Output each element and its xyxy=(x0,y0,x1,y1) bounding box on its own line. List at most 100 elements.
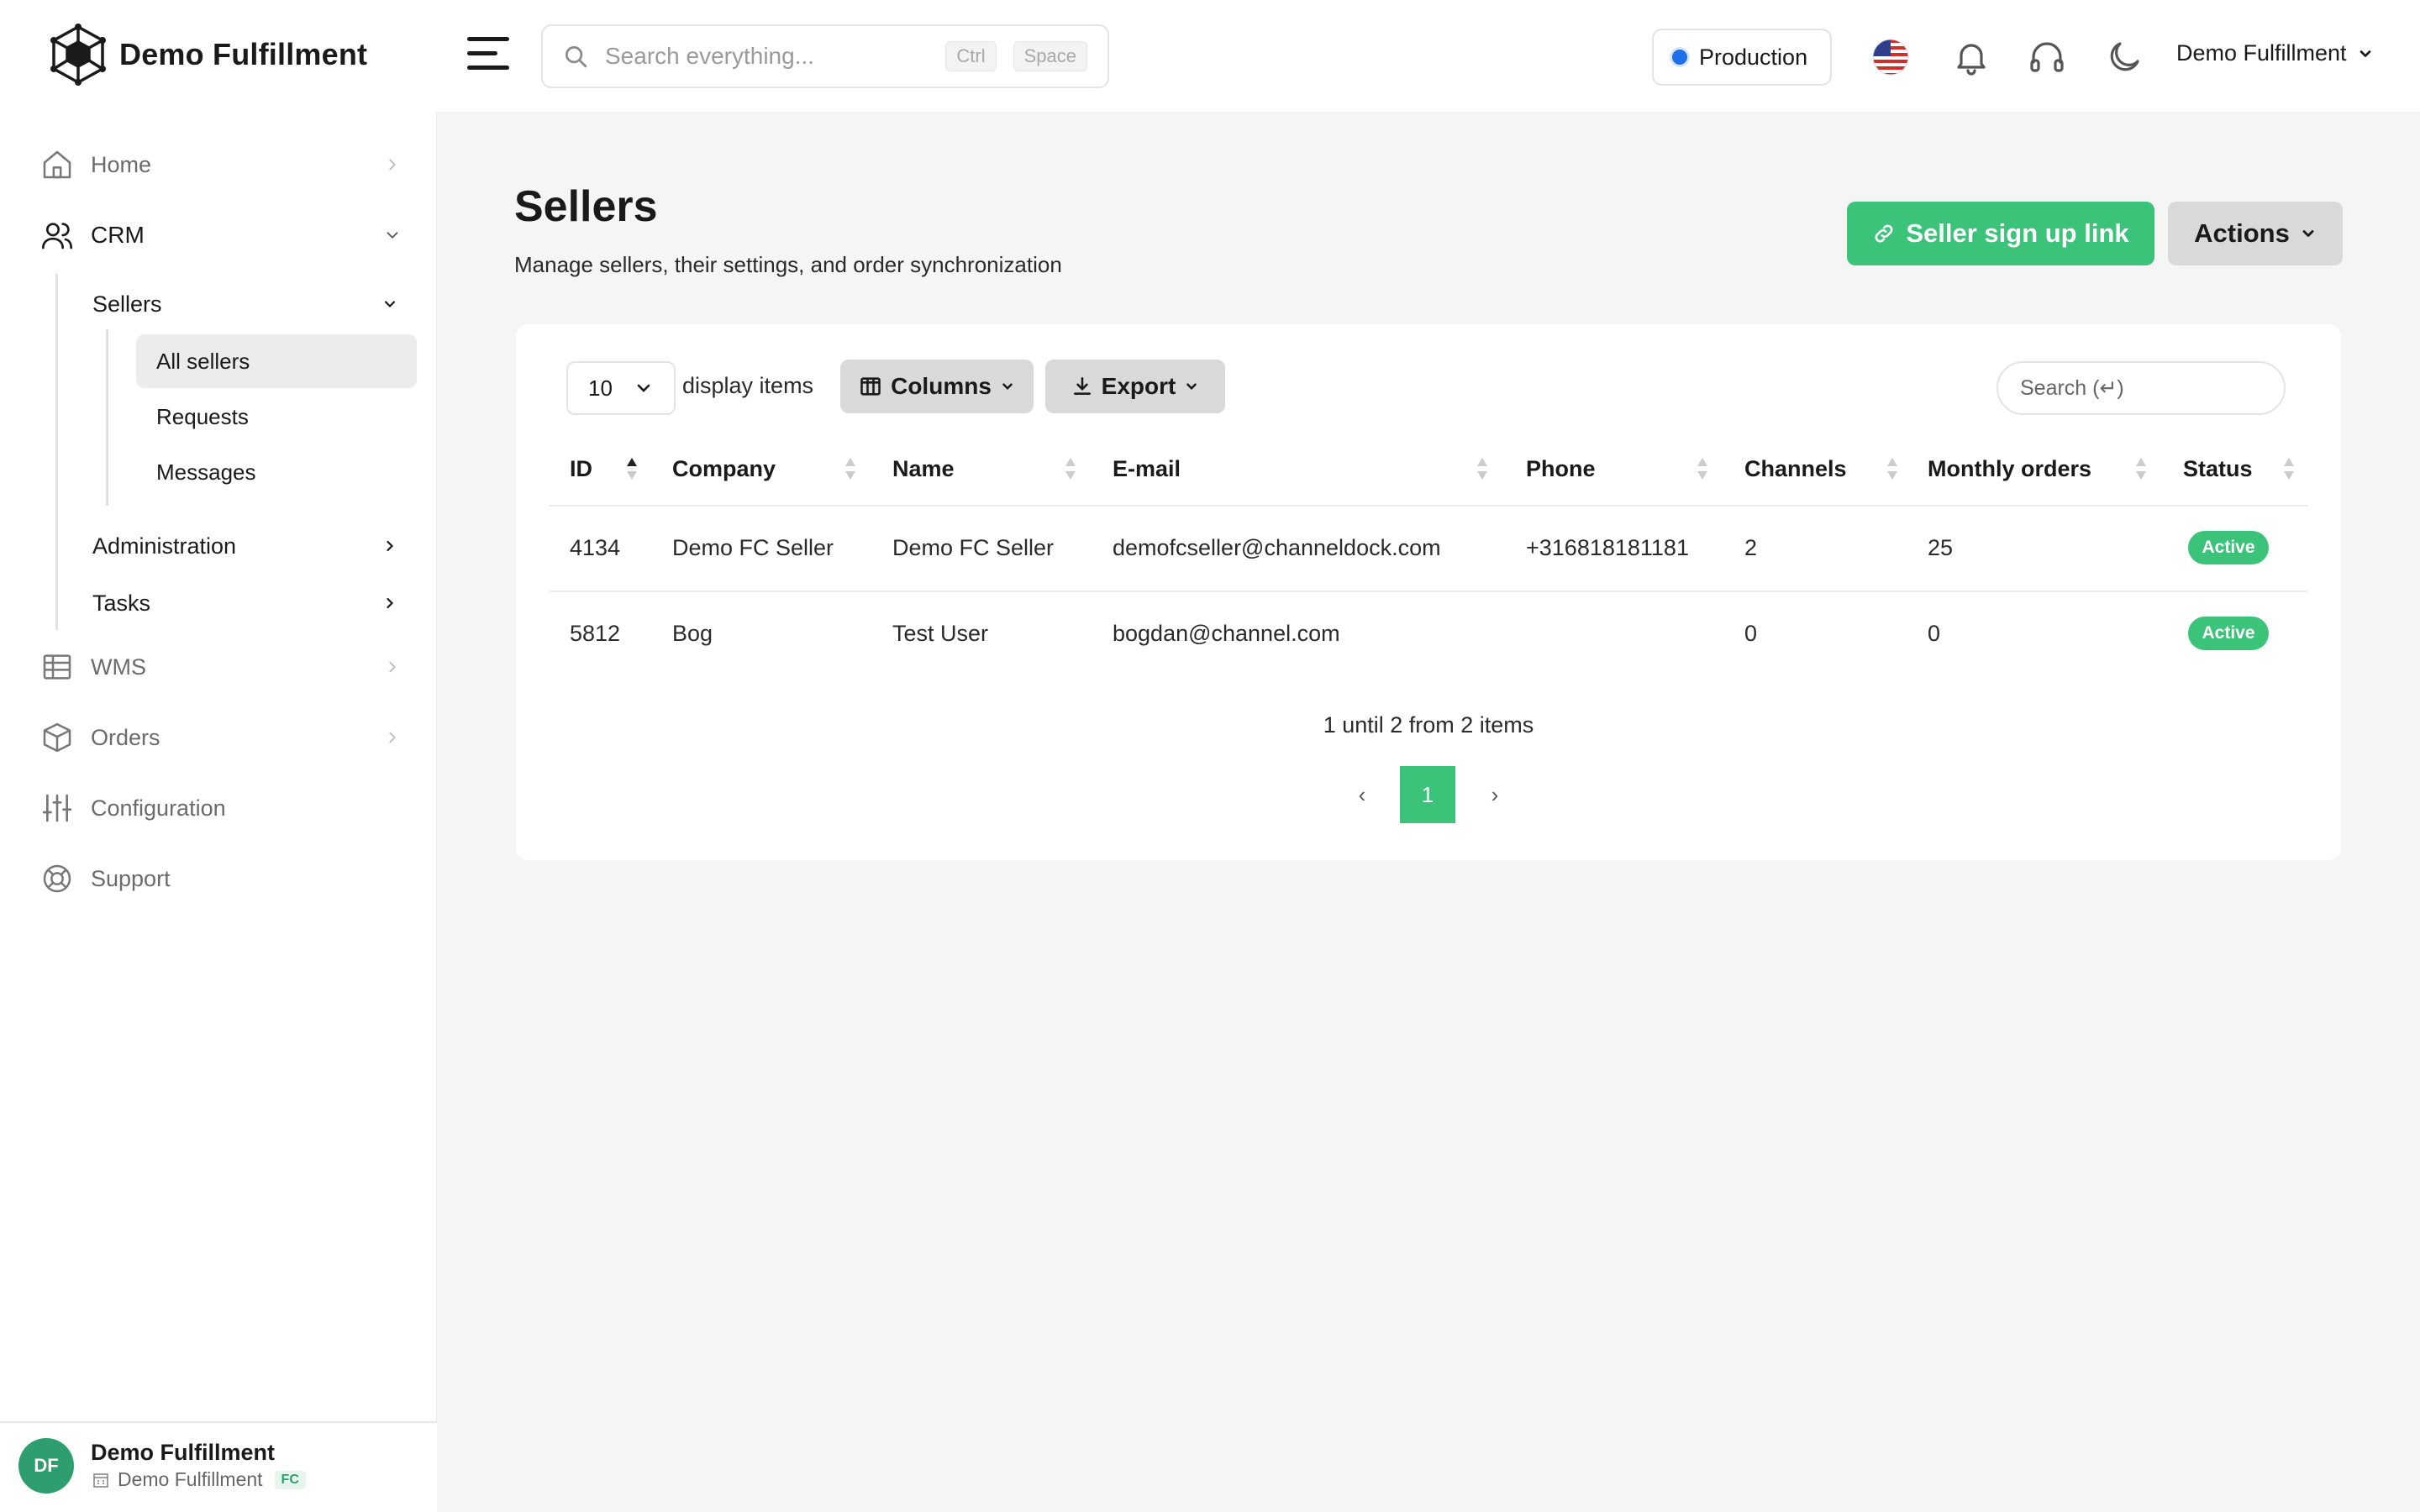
sidebar-item-label: WMS xyxy=(91,654,146,680)
pagination-next-button[interactable]: › xyxy=(1467,766,1523,823)
chevron-down-icon xyxy=(384,301,396,308)
home-icon xyxy=(43,150,71,179)
column-header-status[interactable]: Status xyxy=(2183,452,2296,486)
per-page-label: display items xyxy=(682,373,814,398)
column-header-label: Channels xyxy=(1744,455,1847,481)
chevron-right-icon xyxy=(387,540,394,552)
sort-icon xyxy=(1887,458,1897,480)
chevron-down-icon xyxy=(2302,230,2314,237)
per-page-value: 10 xyxy=(588,375,613,401)
pagination-page-button[interactable]: 1 xyxy=(1400,766,1455,823)
page-title: Sellers xyxy=(514,182,658,231)
column-header-company[interactable]: Company xyxy=(672,452,857,486)
cell-email: bogdan@channel.com xyxy=(1113,620,1340,646)
sort-icon xyxy=(2284,458,2294,480)
sidebar-item-orders[interactable]: Orders xyxy=(40,712,402,763)
sliders-icon xyxy=(42,794,72,822)
sidebar-item-messages[interactable]: Messages xyxy=(136,445,417,499)
cell-monthly-orders: 25 xyxy=(1928,534,1954,560)
column-header-id[interactable]: ID xyxy=(570,452,639,486)
table-icon xyxy=(43,654,71,680)
seller-signup-link-button[interactable]: Seller sign up link xyxy=(1847,202,2154,265)
moon-icon[interactable] xyxy=(2104,37,2144,77)
status-badge: Active xyxy=(2188,531,2269,564)
sort-icon xyxy=(845,458,855,480)
sidebar-item-tasks[interactable]: Tasks xyxy=(92,586,398,620)
pagination-info: 1 until 2 from 2 items xyxy=(1323,712,1534,738)
sidebar-item-label: Requests xyxy=(156,403,249,429)
page-subtitle: Manage sellers, their settings, and orde… xyxy=(514,252,1062,277)
sidebar-item-label: Sellers xyxy=(92,291,162,317)
headset-icon[interactable] xyxy=(2027,37,2067,77)
cell-company: Bog xyxy=(672,620,713,646)
sidebar-item-label: Administration xyxy=(92,533,237,559)
sellers-tree-line xyxy=(106,329,108,506)
link-icon xyxy=(1875,224,1893,243)
sidebar-item-support[interactable]: Support xyxy=(40,853,402,904)
chevron-down-icon xyxy=(1186,383,1197,391)
sidebar-item-crm[interactable]: CRM xyxy=(40,210,402,260)
kbd-ctrl: Ctrl xyxy=(945,41,997,71)
column-header-channels[interactable]: Channels xyxy=(1744,452,1899,486)
chevron-down-icon xyxy=(2360,50,2370,57)
cell-phone: +316818181181 xyxy=(1526,534,1689,560)
header-divider xyxy=(550,505,2307,507)
hamburger-line xyxy=(467,37,509,41)
columns-label: Columns xyxy=(891,373,992,399)
environment-button[interactable]: Production xyxy=(1652,29,1832,86)
sidebar-item-label: Tasks xyxy=(92,590,151,616)
search-icon xyxy=(566,46,587,68)
column-header-label: ID xyxy=(570,455,592,481)
export-label: Export xyxy=(1101,373,1176,399)
cell-name: Test User xyxy=(892,620,989,646)
user-menu[interactable]: Demo Fulfillment xyxy=(2176,40,2374,66)
sidebar-item-sellers[interactable]: Sellers xyxy=(92,287,398,321)
sidebar-item-administration[interactable]: Administration xyxy=(92,529,398,563)
column-header-label: Company xyxy=(672,455,776,481)
table-search-input[interactable] xyxy=(1996,361,2286,415)
columns-button[interactable]: Columns xyxy=(840,360,1034,413)
avatar[interactable]: DF xyxy=(18,1438,74,1494)
environment-dot xyxy=(1672,50,1687,65)
column-header-label: Monthly orders xyxy=(1928,455,2092,481)
lifebuoy-icon xyxy=(43,864,71,893)
sidebar-item-label: All sellers xyxy=(156,348,250,374)
sort-icon xyxy=(1477,458,1487,480)
column-header-name[interactable]: Name xyxy=(892,452,1077,486)
global-search[interactable]: Ctrl Space xyxy=(541,24,1109,88)
sidebar-item-configuration[interactable]: Configuration xyxy=(40,783,402,833)
status-badge: Active xyxy=(2188,617,2269,650)
cell-company: Demo FC Seller xyxy=(672,534,834,560)
brand[interactable]: Demo Fulfillment xyxy=(49,24,367,86)
hamburger-line xyxy=(467,51,497,55)
us-flag-icon[interactable] xyxy=(1870,37,1911,77)
sort-ascending-icon xyxy=(627,458,637,480)
sidebar-item-label: Home xyxy=(91,151,152,177)
sidebar-item-label: Messages xyxy=(156,459,256,485)
menu-toggle-button[interactable] xyxy=(467,37,511,72)
column-header-phone[interactable]: Phone xyxy=(1526,452,1709,486)
column-header-label: Phone xyxy=(1526,455,1596,481)
sidebar-item-label: Configuration xyxy=(91,795,226,821)
sidebar-item-wms[interactable]: WMS xyxy=(40,642,402,692)
export-button[interactable]: Export xyxy=(1045,360,1225,413)
crm-tree-line xyxy=(55,274,58,630)
chevron-right-icon xyxy=(387,597,394,609)
bell-icon[interactable] xyxy=(1951,37,1991,77)
column-header-monthly-orders[interactable]: Monthly orders xyxy=(1928,452,2148,486)
sidebar-item-all-sellers[interactable]: All sellers xyxy=(136,334,417,388)
sidebar-item-requests[interactable]: Requests xyxy=(136,390,417,444)
seller-signup-link-label: Seller sign up link xyxy=(1906,218,2129,248)
sort-icon xyxy=(1065,458,1076,480)
sidebar-item-label: Support xyxy=(91,865,171,891)
columns-icon xyxy=(860,377,881,396)
global-search-input[interactable] xyxy=(605,43,929,70)
row-divider xyxy=(550,591,2307,592)
account-type-badge: FC xyxy=(274,1470,306,1489)
per-page-select[interactable]: 10 xyxy=(566,361,676,415)
column-header-email[interactable]: E-mail xyxy=(1113,452,1489,486)
sort-icon xyxy=(2136,458,2146,480)
sidebar-item-home[interactable]: Home xyxy=(40,139,402,190)
pagination-prev-button[interactable]: ‹ xyxy=(1334,766,1390,823)
actions-button[interactable]: Actions xyxy=(2168,202,2343,265)
